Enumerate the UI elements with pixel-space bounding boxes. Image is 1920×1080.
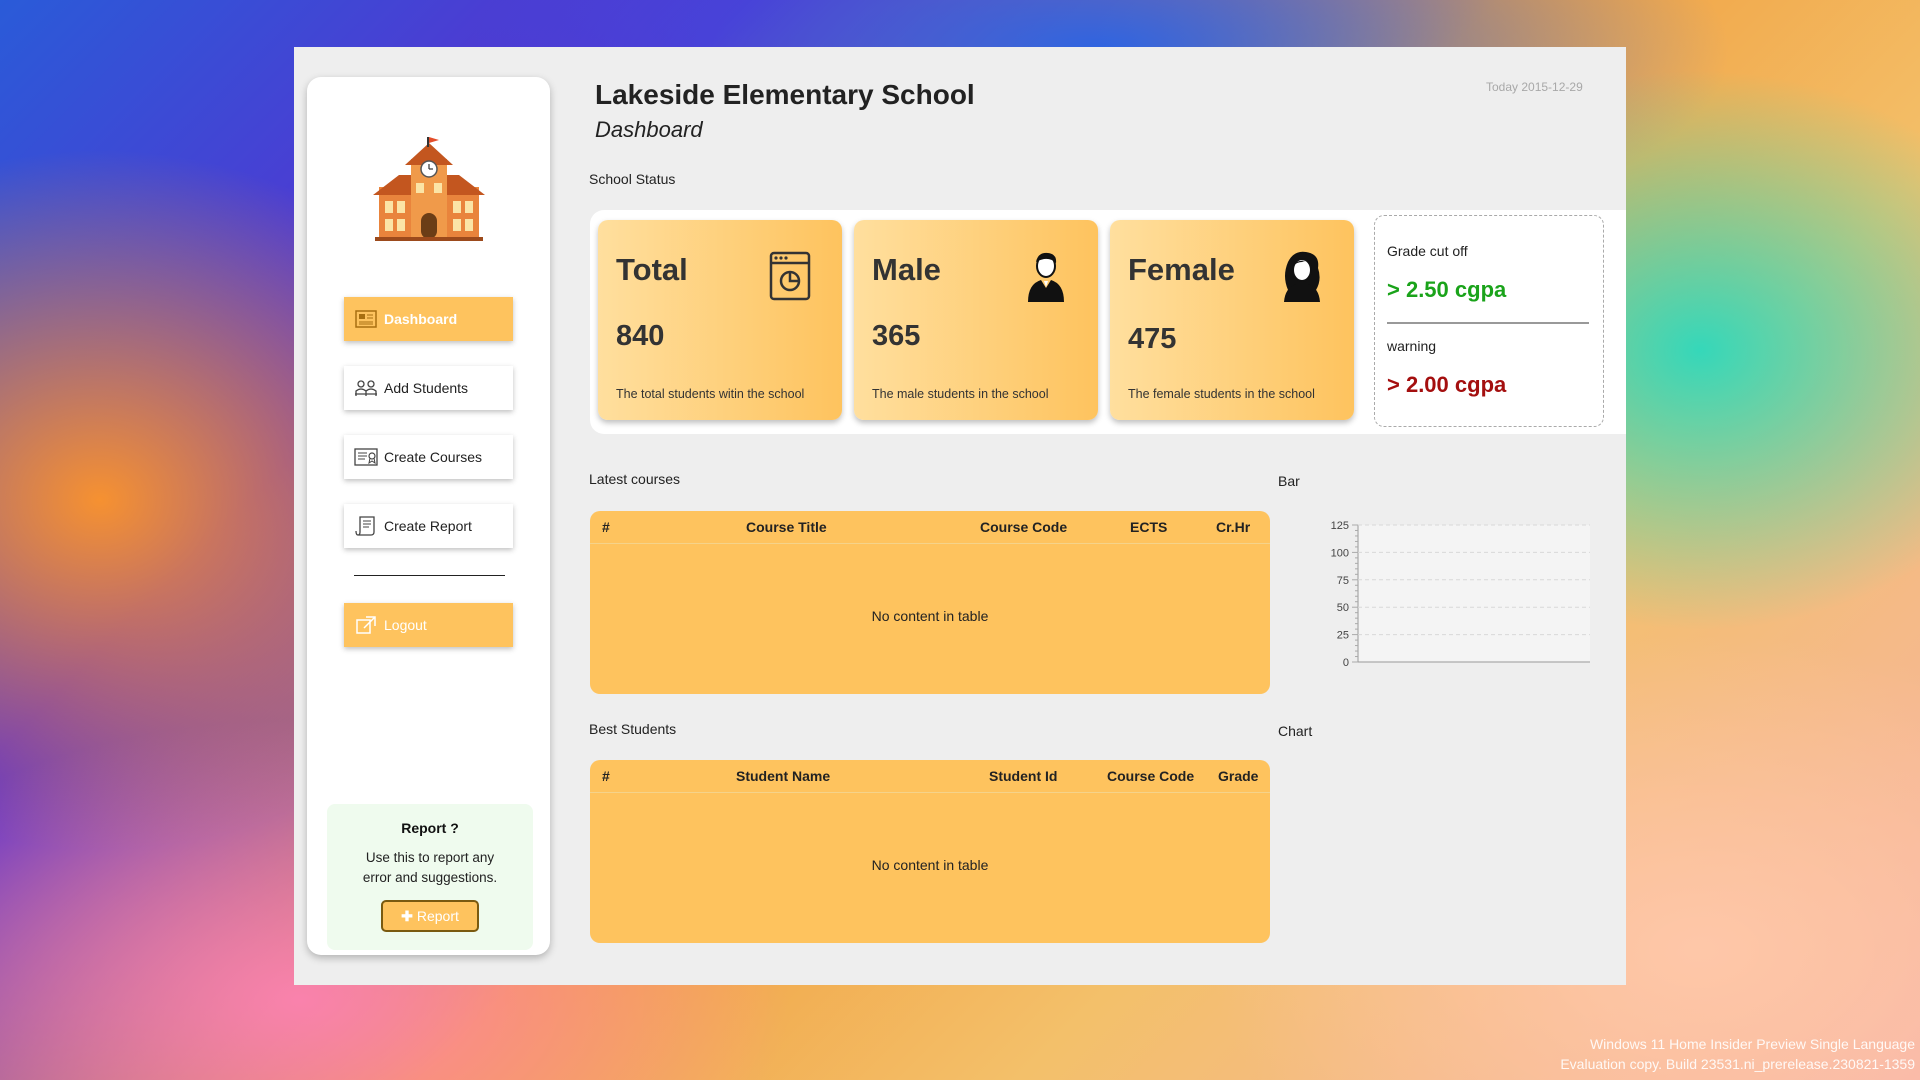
nav-add-students-label: Add Students <box>384 380 469 396</box>
logout-button[interactable]: Logout <box>344 603 513 647</box>
total-title: Total <box>616 252 688 287</box>
column-header[interactable]: Grade <box>1218 768 1258 784</box>
plus-icon: ✚ <box>401 907 413 924</box>
female-value: 475 <box>1128 323 1177 355</box>
students-table[interactable]: # Student Name Student Id Course Code Gr… <box>590 760 1270 943</box>
certificate-icon <box>354 447 378 467</box>
grade-separator <box>1387 322 1589 324</box>
courses-table[interactable]: # Course Title Course Code ECTS Cr.Hr No… <box>590 511 1270 694</box>
empty-table-message: No content in table <box>871 857 989 873</box>
column-header[interactable]: ECTS <box>1130 519 1167 535</box>
app-window: Dashboard Add Students Create Courses Cr… <box>294 47 1626 985</box>
bar-chart-label: Bar <box>1278 473 1300 489</box>
report-title: Report ? <box>401 820 459 836</box>
total-description: The total students witin the school <box>616 387 805 401</box>
column-header[interactable]: Cr.Hr <box>1216 519 1250 535</box>
female-card: Female 475 The female students in the sc… <box>1110 220 1354 420</box>
report-button[interactable]: ✚ Report <box>381 900 479 932</box>
nav-create-report-label: Create Report <box>384 518 472 534</box>
chart-window-icon <box>769 251 811 301</box>
bar-chart: 0 25 50 75 100 125 <box>1331 520 1590 669</box>
school-status-label: School Status <box>589 171 676 187</box>
school-building-icon <box>373 137 485 241</box>
report-icon <box>354 516 378 536</box>
report-description-line2: error and suggestions. <box>362 870 498 885</box>
students-icon <box>354 378 378 398</box>
male-avatar-icon <box>1028 252 1064 302</box>
male-title: Male <box>872 252 941 287</box>
y-tick-label: 0 <box>1343 657 1349 669</box>
grade-cutoff-value: > 2.50 cgpa <box>1387 277 1507 302</box>
column-header[interactable]: Course Title <box>746 519 827 535</box>
today-date: Today 2015-12-29 <box>1486 80 1583 94</box>
nav-create-courses-button[interactable]: Create Courses <box>344 435 513 479</box>
female-description: The female students in the school <box>1128 387 1315 401</box>
nav-create-report-button[interactable]: Create Report <box>344 504 513 548</box>
grade-cutoff-panel: Grade cut off > 2.50 cgpa warning > 2.00… <box>1374 215 1604 427</box>
male-value: 365 <box>872 320 921 352</box>
page-title: Dashboard <box>595 117 703 142</box>
y-tick-label: 25 <box>1337 630 1349 642</box>
column-header[interactable]: # <box>602 519 610 535</box>
female-avatar-icon <box>1284 251 1320 302</box>
logout-label: Logout <box>384 617 427 633</box>
watermark-line1: Windows 11 Home Insider Preview Single L… <box>1589 1036 1915 1052</box>
best-students-label: Best Students <box>589 721 677 737</box>
students-table-header: # Student Name Student Id Course Code Gr… <box>590 760 1270 793</box>
warning-label: warning <box>1387 338 1437 354</box>
report-description-line1: Use this to report any <box>365 850 495 865</box>
warning-value: > 2.00 cgpa <box>1387 372 1507 397</box>
sidebar: Dashboard Add Students Create Courses Cr… <box>307 77 550 955</box>
male-description: The male students in the school <box>872 387 1049 401</box>
report-description: Use this to report any error and suggest… <box>327 848 533 888</box>
report-panel: Report ? Use this to report any error an… <box>327 804 533 950</box>
dashboard-icon <box>354 309 378 329</box>
female-title: Female <box>1128 252 1235 287</box>
y-tick-label: 125 <box>1331 520 1349 532</box>
empty-table-message: No content in table <box>871 608 989 624</box>
y-tick-label: 100 <box>1331 547 1349 559</box>
sidebar-divider <box>354 575 505 576</box>
column-header[interactable]: Student Name <box>736 768 830 784</box>
nav-dashboard-button[interactable]: Dashboard <box>344 297 513 341</box>
nav-dashboard-label: Dashboard <box>384 311 458 327</box>
y-tick-label: 75 <box>1337 575 1349 587</box>
column-header[interactable]: Student Id <box>989 768 1057 784</box>
male-card: Male 365 The male students in the school <box>854 220 1098 420</box>
status-strip: Total 840 The total students witin the s… <box>590 210 1626 434</box>
courses-table-header: # Course Title Course Code ECTS Cr.Hr <box>590 511 1270 544</box>
external-link-icon <box>354 615 378 635</box>
column-header[interactable]: Course Code <box>1107 768 1194 784</box>
column-header[interactable]: # <box>602 768 610 784</box>
grade-cutoff-label: Grade cut off <box>1387 243 1468 259</box>
column-header[interactable]: Course Code <box>980 519 1067 535</box>
y-tick-label: 50 <box>1337 602 1349 614</box>
watermark-line2: Evaluation copy. Build 23531.ni_prerelea… <box>1560 1056 1915 1072</box>
school-name: Lakeside Elementary School <box>595 79 975 110</box>
nav-create-courses-label: Create Courses <box>384 449 483 465</box>
chart-plot-area <box>1358 525 1590 662</box>
total-card: Total 840 The total students witin the s… <box>598 220 842 420</box>
latest-courses-label: Latest courses <box>589 471 681 487</box>
report-button-label: Report <box>416 908 459 924</box>
nav-add-students-button[interactable]: Add Students <box>344 366 513 410</box>
total-value: 840 <box>616 320 665 352</box>
